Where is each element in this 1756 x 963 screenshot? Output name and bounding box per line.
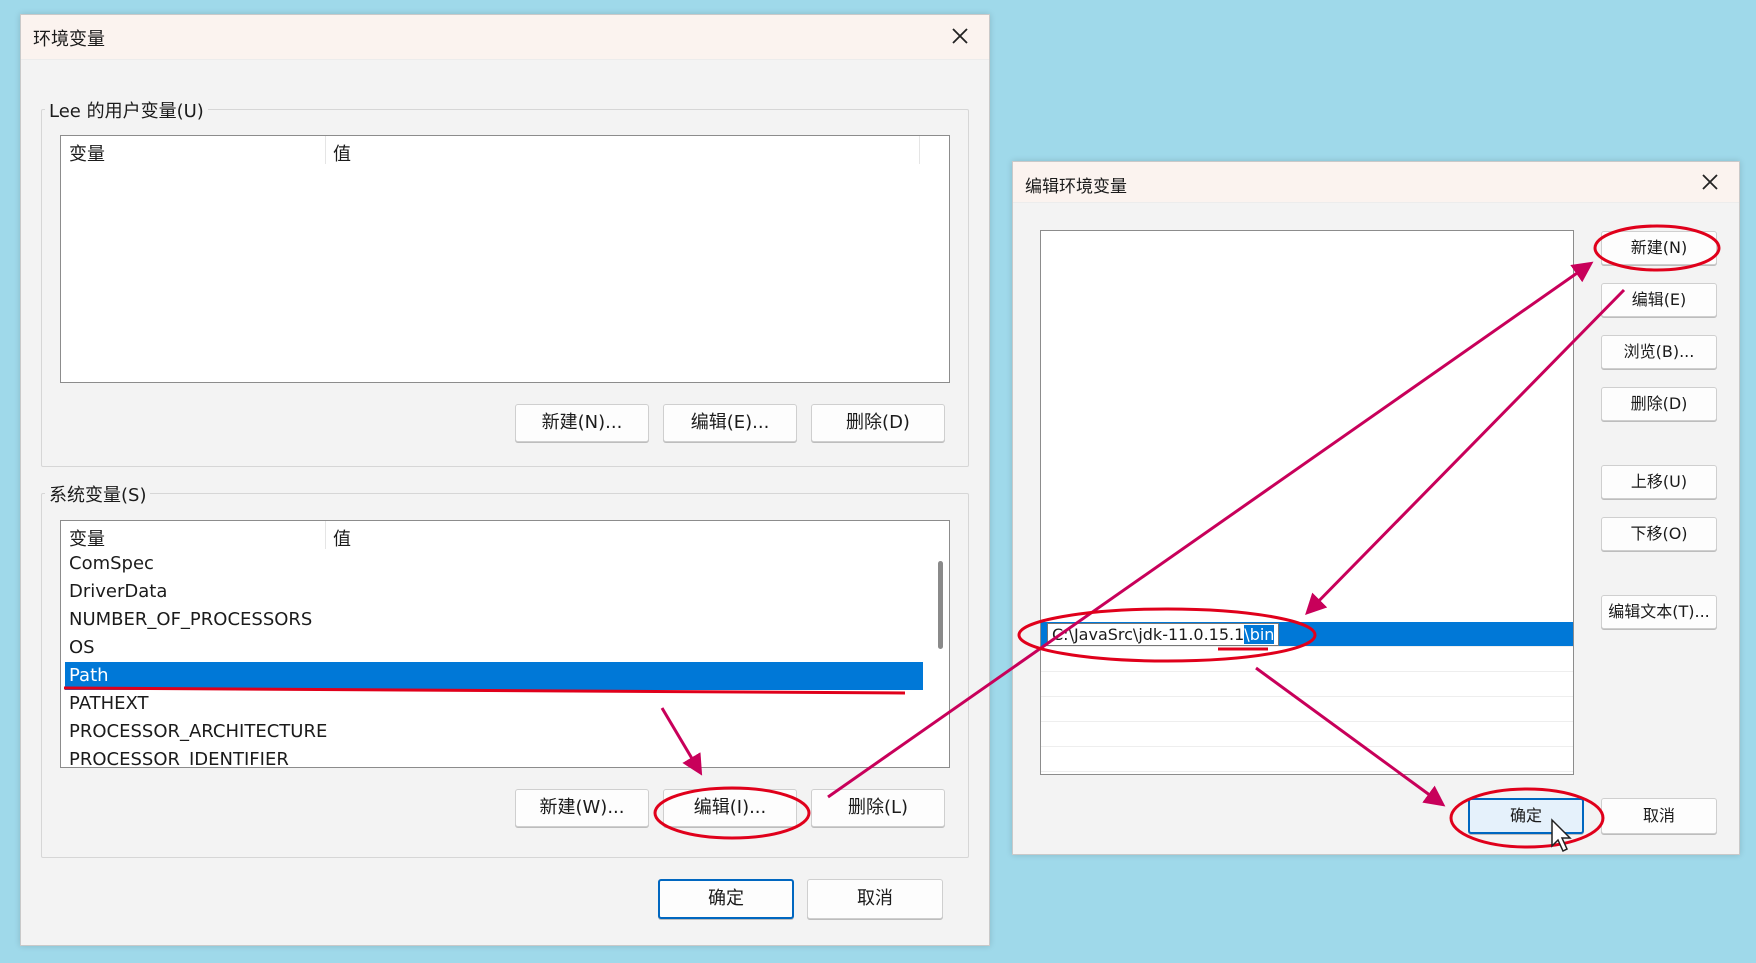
path-entry-editbox[interactable]: C:\JavaSrc\jdk-11.0.15.1\bin [1047, 623, 1280, 646]
list-item[interactable] [1041, 672, 1573, 697]
table-row[interactable]: PATHEXT [65, 690, 923, 718]
browse-button[interactable]: 浏览(B)... [1601, 335, 1717, 369]
table-row-selected[interactable]: Path [65, 662, 923, 690]
table-row[interactable]: PROCESSOR_ARCHITECTURE [65, 718, 923, 746]
system-vars-group-label: 系统变量(S) [45, 481, 151, 507]
list-item-selected[interactable]: C:\JavaSrc\jdk-11.0.15.1\bin [1041, 622, 1573, 647]
column-divider[interactable] [919, 136, 920, 164]
column-header-variable[interactable]: 变量 [69, 140, 105, 166]
table-row[interactable]: DriverData [65, 578, 923, 606]
column-header-value[interactable]: 值 [333, 525, 351, 551]
cancel-button[interactable]: 取消 [807, 879, 943, 919]
edit-env-var-title: 编辑环境变量 [1025, 177, 1127, 197]
user-vars-table[interactable]: 变量 值 [60, 135, 950, 383]
env-vars-titlebar: 环境变量 [21, 15, 989, 60]
table-row[interactable]: ComSpec [65, 550, 923, 578]
list-item[interactable] [1041, 697, 1573, 722]
system-new-button[interactable]: 新建(W)... [515, 789, 649, 827]
path-entry-selected-text: \bin [1244, 625, 1275, 644]
new-entry-button[interactable]: 新建(N) [1601, 231, 1717, 265]
env-vars-title: 环境变量 [33, 29, 105, 50]
list-item[interactable] [1041, 747, 1573, 772]
path-entries-list[interactable]: C:\JavaSrc\jdk-11.0.15.1\bin [1040, 230, 1574, 775]
move-up-button[interactable]: 上移(U) [1601, 465, 1717, 499]
close-icon[interactable] [1695, 167, 1725, 197]
table-row[interactable]: OS [65, 634, 923, 662]
user-vars-group-label: Lee 的用户变量(U) [45, 97, 208, 123]
list-item[interactable] [1041, 647, 1573, 672]
ok-button[interactable]: 确定 [1468, 798, 1584, 834]
edit-text-button[interactable]: 编辑文本(T)... [1601, 595, 1717, 629]
column-header-value[interactable]: 值 [333, 140, 351, 166]
close-icon[interactable] [945, 21, 975, 51]
system-delete-button[interactable]: 删除(L) [811, 789, 945, 827]
move-down-button[interactable]: 下移(O) [1601, 517, 1717, 551]
edit-entry-button[interactable]: 编辑(E) [1601, 283, 1717, 317]
column-divider[interactable] [325, 136, 326, 164]
column-divider[interactable] [325, 521, 326, 549]
cancel-button[interactable]: 取消 [1601, 798, 1717, 834]
user-edit-button[interactable]: 编辑(E)... [663, 404, 797, 442]
edit-env-var-dialog: 编辑环境变量 C:\JavaSrc\jdk-11.0.15.1\bin 新建(N… [1012, 161, 1740, 855]
system-vars-table[interactable]: 变量 值 ComSpec DriverData NUMBER_OF_PROCES… [60, 520, 950, 768]
ok-button[interactable]: 确定 [658, 879, 794, 919]
table-row[interactable]: NUMBER_OF_PROCESSORS [65, 606, 923, 634]
column-header-variable[interactable]: 变量 [69, 525, 105, 551]
user-delete-button[interactable]: 删除(D) [811, 404, 945, 442]
env-vars-dialog: 环境变量 Lee 的用户变量(U) 变量 值 新建(N)... 编辑(E)...… [20, 14, 990, 946]
edit-env-var-titlebar: 编辑环境变量 [1013, 162, 1739, 203]
system-edit-button[interactable]: 编辑(I)... [663, 789, 797, 827]
user-new-button[interactable]: 新建(N)... [515, 404, 649, 442]
table-row[interactable]: PROCESSOR_IDENTIFIER [65, 746, 923, 767]
vertical-scrollbar[interactable] [938, 561, 943, 649]
delete-entry-button[interactable]: 删除(D) [1601, 387, 1717, 421]
path-entry-prefix: C:\JavaSrc\jdk-11.0.15.1 [1052, 625, 1245, 644]
list-item[interactable] [1041, 722, 1573, 747]
